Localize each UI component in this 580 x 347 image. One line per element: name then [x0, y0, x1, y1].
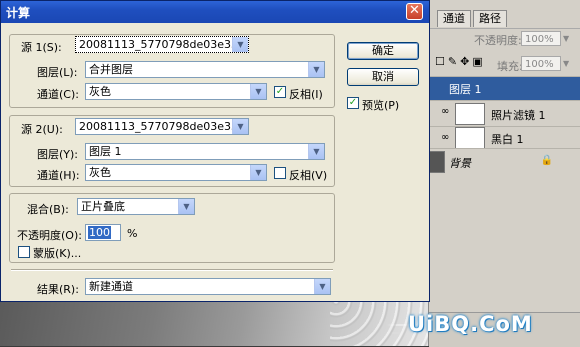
lock-all-icon[interactable]: ▣ [472, 55, 485, 68]
background-photo [0, 295, 440, 346]
link-icon: ∞ [441, 132, 450, 143]
source2-channel-select[interactable]: 灰色 ▼ [85, 164, 267, 181]
chevron-down-icon[interactable]: ▼ [232, 37, 248, 52]
layer-mask-thumbnail [455, 127, 485, 149]
source1-label: 源 1(S): [21, 41, 62, 54]
close-button[interactable]: ✕ [406, 3, 423, 20]
blending-label: 混合(B): [27, 203, 69, 216]
source2-layer-value: 图层 1 [89, 145, 122, 158]
layer-name: 图层 1 [449, 83, 482, 96]
link-icon: ∞ [441, 106, 450, 117]
layer-row-bw[interactable]: ∞ 黑白 1 [429, 126, 580, 149]
blending-mode-value: 正片叠底 [81, 200, 125, 213]
source1-invert-checkbox[interactable]: ✓ [274, 86, 286, 98]
source1-channel-select[interactable]: 灰色 ▼ [85, 83, 267, 100]
source1-file-select[interactable]: 20081113_5770798de03e33... ▼ [75, 36, 249, 53]
preview-checkbox[interactable]: ✓ [347, 97, 359, 109]
tab-paths[interactable]: 路径 [473, 10, 507, 27]
fill-field[interactable]: 100% [521, 56, 561, 71]
chevron-down-icon[interactable]: ▼ [314, 279, 330, 294]
layer-name: 照片滤镜 1 [491, 109, 546, 122]
lock-icon: 🔒 [540, 155, 553, 166]
source2-label: 源 2(U): [21, 123, 63, 136]
source2-invert-checkbox[interactable] [274, 167, 286, 179]
chevron-down-icon[interactable]: ▼ [308, 144, 324, 159]
chevron-down-icon[interactable]: ▼ [232, 119, 248, 134]
opacity-label: 不透明度(O): [17, 229, 82, 242]
fill-label: 填充: [497, 60, 523, 73]
close-icon: ✕ [409, 3, 420, 18]
source2-file-select[interactable]: 20081113_5770798de03e33... ▼ [75, 118, 249, 135]
source1-invert-label: 反相(I) [289, 88, 323, 101]
layer-name: 背景 [449, 157, 471, 170]
lock-icons[interactable]: ☐✎✥▣ [435, 55, 486, 68]
blending-mode-select[interactable]: 正片叠底 ▼ [77, 198, 195, 215]
opacity-unit: % [127, 227, 138, 240]
source1-layer-value: 合并图层 [89, 63, 133, 76]
tab-channels[interactable]: 通道 [437, 10, 471, 27]
chevron-down-icon[interactable]: ▼ [250, 165, 266, 180]
chevron-down-icon[interactable]: ▼ [250, 84, 266, 99]
layer-thumbnail [429, 151, 445, 173]
watermark-logo: UiBQ.CoM [408, 312, 533, 336]
source2-layer-label: 图层(Y): [37, 148, 79, 161]
chevron-down-icon[interactable]: ▼ [563, 31, 571, 46]
mask-checkbox[interactable] [18, 246, 30, 258]
layer-name: 黑白 1 [491, 133, 524, 146]
result-value: 新建通道 [89, 280, 133, 293]
opacity-input[interactable]: 100 [85, 224, 121, 241]
source1-channel-label: 通道(C): [37, 88, 79, 101]
layer-row-photo-filter[interactable]: ∞ 照片滤镜 1 [429, 100, 580, 127]
source1-layer-label: 图层(L): [37, 66, 78, 79]
lock-transparent-icon[interactable]: ☐ [435, 55, 448, 68]
result-label: 结果(R): [37, 283, 79, 296]
ok-button[interactable]: 确定 [347, 42, 419, 60]
panel-tabs: 通道 路径 [437, 10, 509, 28]
brush-icon[interactable]: ✎ [448, 55, 460, 68]
source1-file-value: 20081113_5770798de03e33... [79, 38, 249, 51]
move-icon[interactable]: ✥ [460, 55, 472, 68]
source1-layer-select[interactable]: 合并图层 ▼ [85, 61, 325, 78]
layer-row-background[interactable]: 背景 🔒 [429, 148, 580, 175]
chevron-down-icon[interactable]: ▼ [308, 62, 324, 77]
layer-mask-thumbnail [455, 103, 485, 125]
result-select[interactable]: 新建通道 ▼ [85, 278, 331, 295]
layer-row-layer1[interactable]: 图层 1 [429, 76, 580, 100]
source2-file-value: 20081113_5770798de03e33... [79, 120, 249, 133]
chevron-down-icon[interactable]: ▼ [563, 56, 571, 71]
opacity-value: 100 [88, 226, 111, 239]
calculations-dialog: 计算 ✕ 源 1(S): 20081113_5770798de03e33... … [0, 0, 430, 302]
layer-opacity-label: 不透明度: [474, 34, 522, 47]
separator [11, 269, 333, 271]
source2-invert-label: 反相(V) [289, 169, 328, 182]
mask-label[interactable]: 蒙版(K)... [33, 245, 81, 261]
source2-layer-select[interactable]: 图层 1 ▼ [85, 143, 325, 160]
dialog-title: 计算 [6, 6, 31, 20]
layer-opacity-field[interactable]: 100% [521, 31, 561, 46]
chevron-down-icon[interactable]: ▼ [178, 199, 194, 214]
cancel-button[interactable]: 取消 [347, 68, 419, 86]
layers-panel: 通道 路径 不透明度: 100% ▼ ☐✎✥▣ 填充: 100% ▼ 图层 1 … [428, 0, 580, 347]
source1-channel-value: 灰色 [89, 85, 111, 98]
source2-channel-value: 灰色 [89, 166, 111, 179]
source2-channel-label: 通道(H): [37, 169, 80, 182]
preview-label[interactable]: 预览(P) [362, 97, 399, 113]
title-bar[interactable]: 计算 ✕ [1, 1, 429, 23]
